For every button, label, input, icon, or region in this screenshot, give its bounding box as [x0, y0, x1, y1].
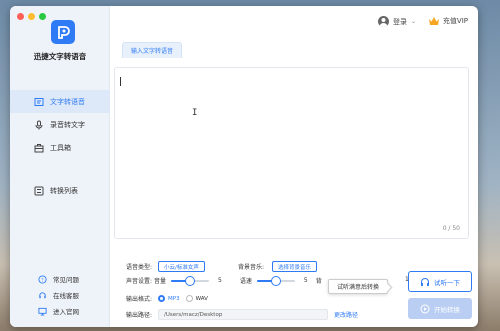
output-format-row: 输出格式: MP3 WAV: [126, 294, 208, 303]
online-support-link[interactable]: 在线客服: [10, 287, 110, 303]
text-caret: [120, 77, 121, 86]
list-icon: [34, 186, 44, 195]
voice-type-select[interactable]: 小云/标准女声: [158, 261, 205, 272]
official-site-link[interactable]: 进入官网: [10, 303, 110, 319]
tab-text-to-speech[interactable]: 输入文字转语音: [122, 42, 183, 58]
output-path-field[interactable]: /Users/macz/Desktop: [158, 309, 329, 320]
window-controls: [17, 13, 46, 20]
sound-settings-label: 声音设置:: [126, 278, 153, 285]
vip-label: 充值VIP: [442, 17, 468, 25]
close-window-button[interactable]: [17, 13, 24, 20]
speed-slider-handle[interactable]: [270, 275, 281, 286]
output-format-label: 输出格式:: [126, 296, 153, 303]
app-window: 迅捷文字转语音 文字转语音 录音转文字 工具箱 转换列表 ? 常见问题 在线客服…: [10, 6, 478, 327]
official-site-label: 进入官网: [53, 308, 79, 316]
headphones-icon: [421, 277, 429, 286]
output-path-row: 输出路径: /Users/macz/Desktop 更改路径: [126, 309, 358, 320]
sidebar-item-label: 录音转文字: [50, 120, 85, 129]
monitor-icon: [38, 307, 47, 316]
ibeam-cursor-icon: I: [192, 108, 198, 118]
app-name: 迅捷文字转语音: [33, 52, 87, 61]
speed-value: 5: [303, 277, 308, 284]
headset-icon: [39, 291, 46, 298]
faq-link[interactable]: ? 常见问题: [10, 271, 110, 287]
format-wav-label: WAV: [195, 295, 208, 302]
toolbox-icon: [34, 143, 44, 152]
sidebar: 迅捷文字转语音 文字转语音 录音转文字 工具箱 转换列表 ? 常见问题 在线客服…: [10, 6, 110, 327]
speed-slider[interactable]: [256, 275, 295, 286]
listen-button[interactable]: 试听一下: [408, 271, 472, 292]
top-bar: 登录 ⌄ 充值VIP: [110, 6, 478, 38]
convert-label: 开始转换: [434, 305, 460, 314]
question-icon: ?: [38, 274, 47, 284]
recording-icon: [35, 120, 43, 129]
volume-slider[interactable]: [171, 275, 210, 286]
login-label: 登录: [392, 17, 407, 26]
volume-label: 音量: [154, 278, 167, 285]
change-path-link[interactable]: 更改路径: [334, 310, 358, 319]
sound-settings-row: 声音设置: 音量 5 语速 5 背: [126, 275, 346, 286]
minimize-window-button[interactable]: [28, 13, 35, 20]
voice-type-label: 语音类型:: [126, 264, 153, 271]
bg-music-row: 背景音乐: 选择背景音乐: [238, 261, 318, 272]
sidebar-item-label: 工具箱: [50, 143, 71, 152]
sidebar-bottom-links: ? 常见问题 在线客服 进入官网: [10, 271, 110, 319]
play-icon: [420, 304, 430, 313]
sidebar-item-conversion-list[interactable]: 转换列表: [10, 179, 110, 202]
avatar-icon: [377, 16, 389, 27]
chevron-down-icon: ⌄: [410, 18, 416, 25]
truncated-label: 背: [315, 278, 322, 285]
speed-label: 语速: [239, 278, 252, 285]
volume-value: 5: [218, 277, 222, 284]
sidebar-item-toolbox[interactable]: 工具箱: [10, 136, 110, 159]
listen-tooltip: 试听满意后转换: [328, 279, 389, 294]
char-counter: 0 / 50: [442, 225, 460, 232]
login-button[interactable]: 登录 ⌄: [377, 16, 416, 27]
text-to-speech-icon: [34, 97, 44, 106]
format-mp3-label: MP3: [168, 295, 180, 302]
voice-type-row: 语音类型: 小云/标准女声: [126, 261, 205, 272]
text-input-area[interactable]: I 0 / 50: [114, 67, 469, 239]
faq-label: 常见问题: [53, 276, 79, 284]
listen-label: 试听一下: [434, 278, 460, 287]
select-bg-music-button[interactable]: 选择背景音乐: [272, 261, 318, 272]
bg-music-label: 背景音乐:: [238, 264, 265, 271]
sidebar-nav: 文字转语音 录音转文字 工具箱 转换列表: [10, 90, 110, 202]
volume-slider-handle[interactable]: [185, 275, 196, 286]
app-logo-icon: [51, 20, 75, 44]
format-mp3-radio[interactable]: [158, 295, 166, 302]
sidebar-item-label: 文字转语音: [50, 97, 85, 106]
sidebar-item-label: 转换列表: [50, 186, 78, 195]
main-panel: 输入文字转语音 I 0 / 50 语音类型: 小云/标准女声 背景音乐: 选择背…: [110, 38, 478, 327]
output-path-label: 输出路径:: [126, 312, 153, 319]
start-convert-button[interactable]: 开始转换: [408, 298, 472, 319]
online-support-label: 在线客服: [53, 292, 79, 300]
sidebar-item-text-to-speech[interactable]: 文字转语音: [10, 90, 110, 113]
sidebar-item-recording-to-text[interactable]: 录音转文字: [10, 113, 110, 136]
crown-icon: [428, 17, 439, 25]
maximize-window-button[interactable]: [39, 13, 46, 20]
format-wav-radio[interactable]: [185, 295, 193, 302]
vip-button[interactable]: 充值VIP: [428, 16, 468, 26]
